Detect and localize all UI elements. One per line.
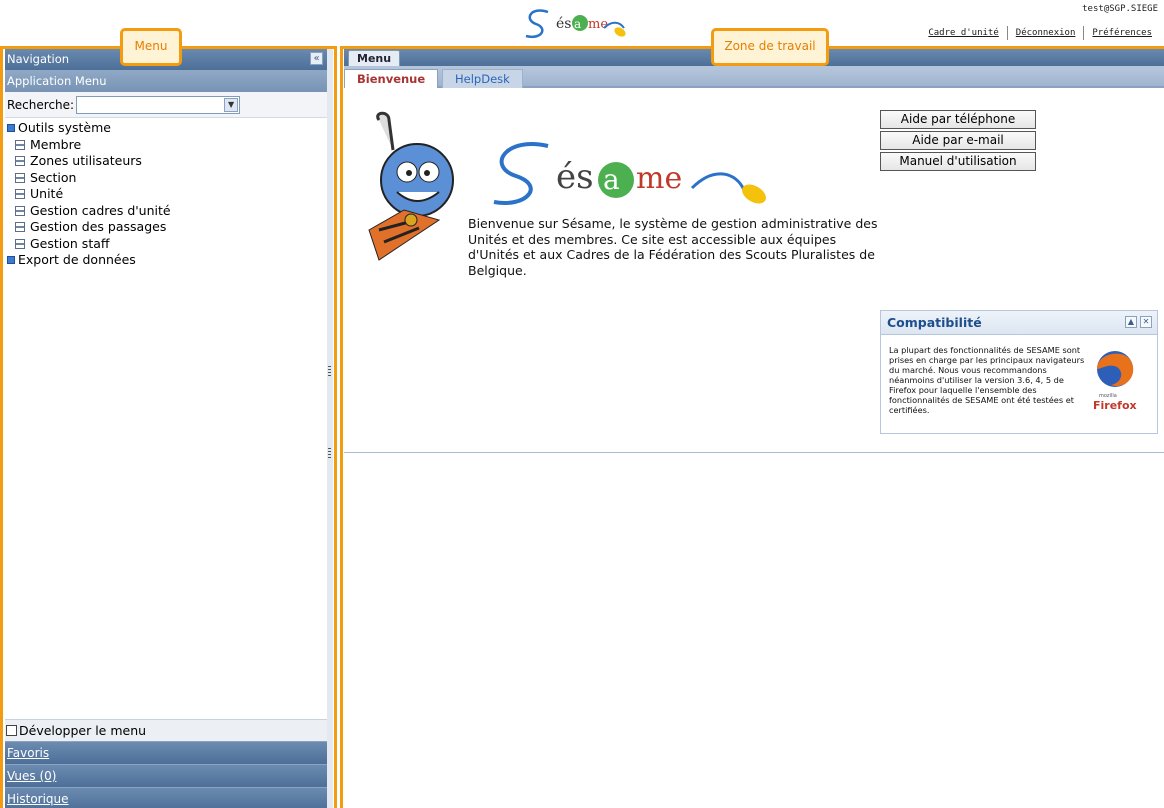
compatibility-panel: Compatibilité ▲ ✕ La plupart des fonctio… [880, 310, 1158, 434]
navigation-title: Navigation [7, 52, 70, 66]
firefox-logo-icon: mozilla Firefox [1093, 351, 1137, 412]
search-row: Recherche: ▼ [5, 92, 327, 118]
search-combobox: ▼ [76, 95, 241, 114]
workspace-divider [344, 452, 1164, 453]
page-icon [15, 238, 25, 249]
svg-text:és: és [556, 157, 594, 197]
header-links: Cadre d'unité Déconnexion Préférences [920, 26, 1160, 40]
splitter-grip[interactable] [328, 366, 331, 378]
tree-item-label: Gestion des passages [30, 219, 167, 234]
tree-item-unite[interactable]: Unité [5, 186, 327, 203]
navigation-panel: Navigation « Application Menu Recherche:… [5, 48, 327, 808]
welcome-text: Bienvenue sur Sésame, le système de gest… [468, 216, 878, 278]
mascot-illustration [368, 111, 454, 261]
tree-item-zones-utilisateurs[interactable]: Zones utilisateurs [5, 153, 327, 170]
expand-menu-label: Développer le menu [19, 723, 147, 738]
vues-link[interactable]: Vues (0) [5, 764, 327, 787]
tree-node-outils-systeme[interactable]: Outils système [5, 120, 327, 137]
menu-frame-left [0, 46, 3, 808]
workspace-empty-area [344, 454, 1164, 808]
collapse-up-icon[interactable]: ▲ [1125, 316, 1137, 328]
application-menu-title: Application Menu [7, 74, 107, 88]
search-input[interactable] [77, 96, 224, 113]
cadre-unite-link[interactable]: Cadre d'unité [920, 28, 1006, 38]
menu-tree: Outils système Membre Zones utilisateurs… [5, 118, 327, 269]
panel-splitter[interactable] [327, 48, 333, 808]
tab-strip: Bienvenue HelpDesk [344, 66, 1164, 88]
user-manual-button[interactable]: Manuel d'utilisation [880, 152, 1036, 171]
dropdown-arrow-icon[interactable]: ▼ [224, 97, 239, 112]
tree-item-gestion-passages[interactable]: Gestion des passages [5, 219, 327, 236]
page-icon [15, 172, 25, 183]
svg-text:és: és [556, 16, 571, 32]
email-help-button[interactable]: Aide par e-mail [880, 131, 1036, 150]
search-label: Recherche: [7, 97, 75, 112]
tree-node-label: Outils système [18, 120, 111, 135]
compatibility-text: La plupart des fonctionnalités de SESAME… [889, 345, 1085, 415]
tree-item-label: Gestion cadres d'unité [30, 202, 171, 218]
favoris-link[interactable]: Favoris [5, 741, 327, 764]
expand-menu-option[interactable]: Développer le menu [5, 719, 327, 741]
tree-item-section[interactable]: Section [5, 170, 327, 187]
page-icon [15, 156, 25, 167]
tree-item-label: Section [30, 169, 77, 185]
work-frame-left [340, 46, 343, 808]
sesame-logo-large: és a me [493, 142, 766, 205]
page-icon [15, 139, 25, 150]
firefox-label: Firefox [1093, 399, 1137, 412]
navigation-footer: Développer le menu Favoris Vues (0) Hist… [5, 719, 327, 808]
expand-node-icon[interactable] [7, 256, 15, 265]
svg-text:a: a [574, 17, 581, 31]
user-identity: test@SGP.SIEGE [1082, 4, 1158, 14]
page-icon [15, 189, 25, 200]
tree-item-label: Membre [30, 136, 82, 152]
logout-link[interactable]: Déconnexion [1008, 28, 1084, 38]
tab-helpdesk[interactable]: HelpDesk [442, 69, 523, 88]
compatibility-title: Compatibilité [887, 315, 982, 330]
historique-link[interactable]: Historique [5, 787, 327, 808]
tree-node-export-donnees[interactable]: Export de données [5, 252, 327, 269]
tree-item-gestion-staff[interactable]: Gestion staff [5, 236, 327, 253]
page-icon [15, 205, 25, 216]
tree-node-label: Export de données [18, 252, 136, 267]
menu-frame-right [334, 46, 337, 808]
close-icon[interactable]: ✕ [1140, 316, 1152, 328]
tree-item-gestion-cadres[interactable]: Gestion cadres d'unité [5, 203, 327, 220]
workspace: Menu Bienvenue HelpDesk és a me Bienvenu… [344, 48, 1164, 808]
collapse-panel-icon[interactable]: « [310, 52, 323, 65]
tree-item-label: Unité [30, 186, 64, 201]
phone-help-button[interactable]: Aide par téléphone [880, 110, 1036, 129]
tree-item-membre[interactable]: Membre [5, 137, 327, 154]
expand-node-icon[interactable] [7, 124, 15, 133]
splitter-grip[interactable] [328, 448, 331, 460]
page-icon [15, 222, 25, 233]
tab-bienvenue[interactable]: Bienvenue [344, 69, 439, 88]
work-area-callout: Zone de travail [711, 28, 829, 66]
compatibility-header: Compatibilité ▲ ✕ [881, 311, 1157, 335]
menu-tab[interactable]: Menu [348, 50, 401, 66]
svg-text:me: me [588, 17, 608, 32]
preferences-link[interactable]: Préférences [1084, 28, 1160, 38]
expand-menu-checkbox[interactable] [6, 725, 17, 736]
sesame-logo-small: és a me [525, 9, 626, 39]
tree-item-label: Gestion staff [30, 235, 110, 251]
menu-callout: Menu [120, 28, 182, 66]
help-buttons: Aide par téléphone Aide par e-mail Manue… [880, 110, 1036, 173]
svg-text:a: a [603, 163, 620, 196]
tree-item-label: Zones utilisateurs [30, 153, 142, 168]
svg-text:me: me [636, 161, 682, 196]
application-menu-header[interactable]: Application Menu [5, 70, 327, 92]
